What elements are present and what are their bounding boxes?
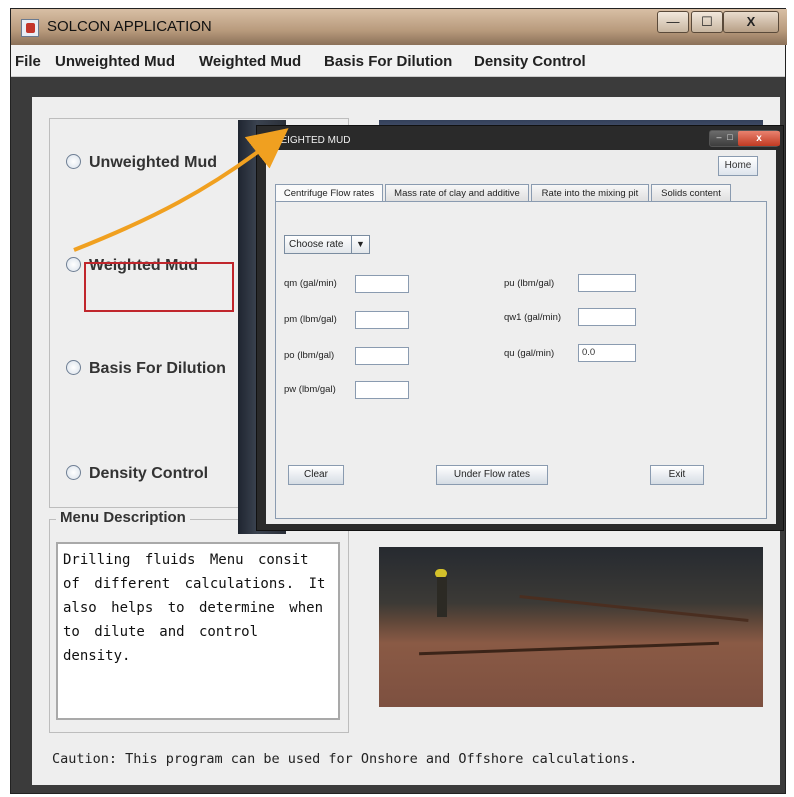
- radio-label: Basis For Dilution: [89, 360, 226, 377]
- menu-unweighted-mud[interactable]: Unweighted Mud: [55, 53, 175, 70]
- input-pw[interactable]: [355, 381, 409, 399]
- input-qw1[interactable]: [578, 308, 636, 326]
- close-button[interactable]: X: [723, 11, 779, 33]
- photo-detail: [519, 594, 749, 623]
- radio-basis-for-dilution[interactable]: Basis For Dilution: [66, 360, 226, 378]
- choose-rate-value: Choose rate: [289, 239, 344, 250]
- dialog-close-button[interactable]: x: [738, 131, 780, 146]
- radio-circle-icon: [66, 465, 81, 480]
- caution-text: Caution: This program can be used for On…: [52, 751, 638, 767]
- dialog-minimize-button[interactable]: –: [714, 132, 724, 144]
- photo-worker: [437, 577, 447, 617]
- java-app-icon: [21, 19, 39, 37]
- tab-solids-content[interactable]: Solids content: [651, 184, 731, 202]
- choose-rate-dropdown[interactable]: Choose rate ▼: [284, 235, 370, 254]
- menu-description-legend: Menu Description: [56, 509, 190, 526]
- dialog-body: Home Centrifuge Flow rates Mass rate of …: [266, 150, 776, 524]
- input-qm[interactable]: [355, 275, 409, 293]
- home-button[interactable]: Home: [718, 156, 758, 176]
- window-title: SOLCON APPLICATION: [47, 18, 212, 35]
- radio-label: Density Control: [89, 465, 209, 482]
- weighted-mud-dialog: WEIGHTED MUD – □ x Home Centrifuge Flow …: [256, 125, 784, 531]
- tab-mass-rate-clay-additive[interactable]: Mass rate of clay and additive: [385, 184, 529, 202]
- dialog-maximize-button[interactable]: □: [725, 132, 735, 144]
- drilling-site-photo: [379, 547, 763, 707]
- clear-button[interactable]: Clear: [288, 465, 344, 485]
- menu-density-control[interactable]: Density Control: [474, 53, 586, 70]
- field-label-po: po (lbm/gal): [284, 350, 335, 361]
- field-label-qm: qm (gal/min): [284, 278, 337, 289]
- tab-panel-centrifuge: Choose rate ▼ qm (gal/min) pm (lbm/gal) …: [275, 201, 767, 519]
- input-pm[interactable]: [355, 311, 409, 329]
- field-label-pm: pm (lbm/gal): [284, 314, 337, 325]
- highlight-annotation-box: [84, 262, 234, 312]
- under-flow-rates-button[interactable]: Under Flow rates: [436, 465, 548, 485]
- menu-weighted-mud[interactable]: Weighted Mud: [199, 53, 301, 70]
- photo-detail: [419, 641, 719, 656]
- maximize-button[interactable]: ☐: [691, 11, 723, 33]
- input-pu[interactable]: [578, 274, 636, 292]
- annotation-arrow-icon: [73, 128, 289, 252]
- field-label-pu: pu (lbm/gal): [504, 278, 555, 289]
- field-label-qu: qu (gal/min): [504, 348, 555, 359]
- title-bar: SOLCON APPLICATION — ☐ X: [11, 9, 787, 45]
- radio-density-control[interactable]: Density Control: [66, 465, 208, 483]
- menu-description-panel: Menu Description Drilling fluids Menu co…: [49, 509, 349, 733]
- dialog-window-controls: – □ x: [709, 130, 780, 147]
- menu-file[interactable]: File: [15, 53, 41, 70]
- dialog-tabs: Centrifuge Flow rates Mass rate of clay …: [275, 184, 765, 203]
- radio-circle-icon: [66, 360, 81, 375]
- chevron-down-icon: ▼: [351, 236, 369, 253]
- field-label-qw1: qw1 (gal/min): [504, 312, 562, 323]
- menu-bar: File Unweighted Mud Weighted Mud Basis F…: [11, 45, 785, 77]
- input-qu[interactable]: 0.0: [578, 344, 636, 362]
- menu-description-text[interactable]: Drilling fluids Menu consit of different…: [56, 542, 340, 720]
- menu-basis-for-dilution[interactable]: Basis For Dilution: [324, 53, 452, 70]
- minimize-button[interactable]: —: [657, 11, 689, 33]
- exit-button[interactable]: Exit: [650, 465, 704, 485]
- field-label-pw: pw (lbm/gal): [284, 384, 336, 395]
- tab-rate-into-mixing-pit[interactable]: Rate into the mixing pit: [531, 184, 649, 202]
- input-po[interactable]: [355, 347, 409, 365]
